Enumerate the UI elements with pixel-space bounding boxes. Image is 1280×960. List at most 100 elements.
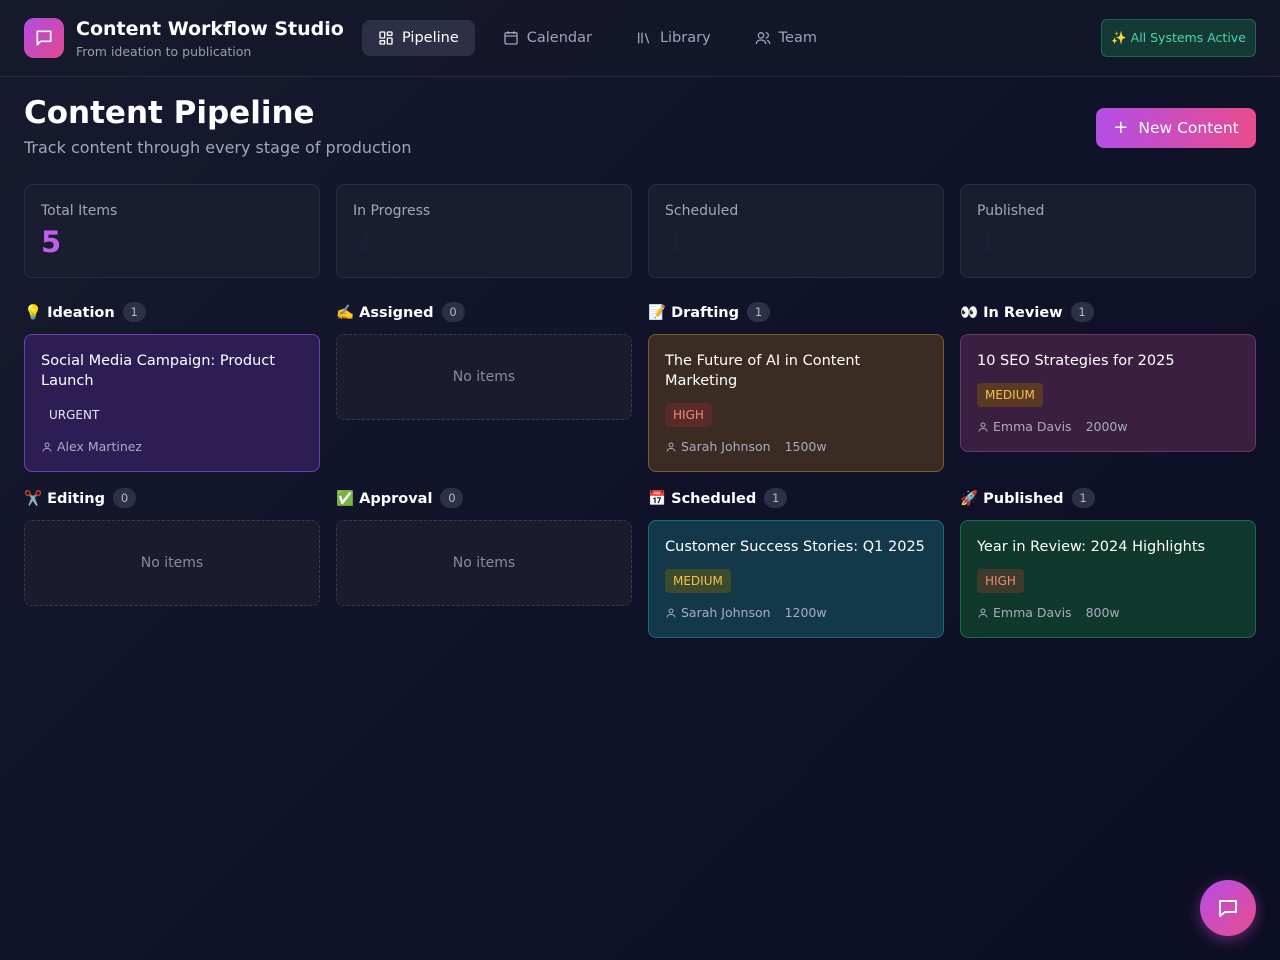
scissors-icon: ✂️ [24,490,43,507]
priority-badge: MEDIUM [665,569,731,593]
app-subtitle: From ideation to publication [76,44,252,59]
column-count: 1 [764,488,788,508]
tab-label: Team [778,30,817,46]
card-title: Customer Success Stories: Q1 2025 [665,539,925,555]
top-header: Content Workflow Studio From ideation to… [0,0,1280,77]
page-title: Content Pipeline [24,95,315,131]
stat-value: 1 [977,225,998,259]
tab-label: Library [659,30,711,46]
column-header-approval: ✅ Approval 0 [336,487,464,509]
content-card-ideation[interactable]: Social Media Campaign: Product Launch UR… [24,334,320,472]
card-title: Year in Review: 2024 Highlights [977,539,1206,555]
stat-card-published: Published 1 [960,184,1256,278]
content-card-drafting[interactable]: The Future of AI in Content Marketing HI… [648,334,944,472]
card-word-count: 800w [1085,605,1120,620]
stat-value: 1 [665,225,686,259]
chat-icon [1219,900,1237,917]
tab-team[interactable]: Team [739,20,833,56]
grid-icon [379,31,393,45]
library-icon [637,32,650,44]
empty-column-assigned: No items [336,334,632,420]
column-count: 1 [1071,488,1095,508]
priority-badge: HIGH [977,569,1024,593]
column-count: 0 [112,488,136,508]
card-assignee: Emma Davis [993,419,1072,434]
writing-hand-icon: ✍️ [336,304,355,321]
card-assignee: Alex Martinez [57,439,142,454]
card-meta: Emma Davis 2000w [977,419,1128,434]
column-header-editing: ✂️ Editing 0 [24,487,136,509]
system-status-badge: ✨ All Systems Active [1101,19,1256,57]
message-square-icon [36,30,52,46]
column-header-published: 🚀 Published 1 [960,487,1095,509]
column-title: 👀 In Review [960,304,1063,321]
card-title: 10 SEO Strategies for 2025 [977,353,1175,369]
new-content-label: New Content [1138,119,1239,137]
chat-button[interactable] [1200,880,1256,936]
column-count: 1 [1070,302,1094,322]
main-nav: Pipeline Calendar Library Team [362,20,833,56]
column-header-in-review: 👀 In Review 1 [960,301,1094,323]
column-header-drafting: 📝 Drafting 1 [648,301,771,323]
tab-label: Pipeline [402,30,459,46]
card-assignee: Sarah Johnson [681,439,771,454]
stat-label: Total Items [41,203,118,219]
stat-value: 5 [41,225,62,259]
rocket-icon: 🚀 [960,490,979,507]
card-assignee: Sarah Johnson [681,605,771,620]
column-header-assigned: ✍️ Assigned 0 [336,301,465,323]
column-title: 📝 Drafting [648,304,740,321]
card-meta: Sarah Johnson 1500w [665,439,827,454]
priority-badge: URGENT [49,408,100,422]
eyes-icon: 👀 [960,304,979,321]
card-word-count: 1500w [784,439,827,454]
user-icon [978,608,988,618]
column-title: ✂️ Editing [24,490,105,507]
page-subtitle: Track content through every stage of pro… [24,138,412,157]
stat-label: Published [977,203,1045,219]
content-card-review[interactable]: 10 SEO Strategies for 2025 MEDIUM Emma D… [960,334,1256,452]
memo-icon: 📝 [648,304,667,321]
column-title: 💡 Ideation [24,304,115,321]
column-title: 📅 Scheduled [648,490,757,507]
priority-badge: MEDIUM [977,383,1043,407]
column-count: 1 [747,302,771,322]
app-title: Content Workflow Studio [76,18,344,40]
priority-badge: HIGH [665,403,712,427]
new-content-button[interactable]: + New Content [1096,108,1256,148]
column-header-ideation: 💡 Ideation 1 [24,301,146,323]
tab-library[interactable]: Library [620,20,727,56]
stat-label: Scheduled [665,203,739,219]
column-title: 🚀 Published [960,490,1064,507]
card-meta: Sarah Johnson 1200w [665,605,827,620]
card-title: The Future of AI in Content Marketing [665,353,861,389]
stat-card-scheduled: Scheduled 1 [648,184,944,278]
card-meta: Alex Martinez [41,439,142,454]
users-icon [755,32,770,45]
card-title: Social Media Campaign: Product Launch [41,353,275,389]
column-title: ✅ Approval [336,490,433,507]
empty-column-approval: No items [336,520,632,606]
column-count: 1 [122,302,146,322]
stat-card-total: Total Items 5 [24,184,320,278]
stat-label: In Progress [353,203,431,219]
tab-calendar[interactable]: Calendar [487,20,608,56]
column-count: 0 [441,302,465,322]
calendar-emoji-icon: 📅 [648,490,667,507]
card-word-count: 1200w [784,605,827,620]
card-meta: Emma Davis 800w [977,605,1120,620]
stat-card-in-progress: In Progress 2 [336,184,632,278]
card-word-count: 2000w [1085,419,1128,434]
tab-pipeline[interactable]: Pipeline [362,20,475,56]
app-logo [24,18,64,58]
lightbulb-icon: 💡 [24,304,43,321]
user-icon [666,442,676,452]
empty-column-editing: No items [24,520,320,606]
content-card-scheduled[interactable]: Customer Success Stories: Q1 2025 MEDIUM… [648,520,944,638]
check-mark-icon: ✅ [336,490,355,507]
content-card-published[interactable]: Year in Review: 2024 Highlights HIGH Emm… [960,520,1256,638]
calendar-icon [504,31,518,45]
column-title: ✍️ Assigned [336,304,434,321]
stat-value: 2 [353,225,374,259]
plus-icon: + [1113,117,1129,138]
